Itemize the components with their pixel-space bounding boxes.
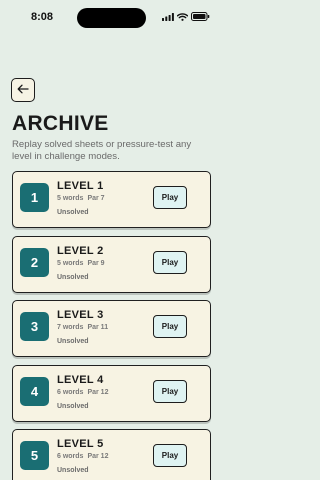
level-par: Par 12	[87, 388, 109, 396]
back-button[interactable]	[11, 78, 35, 102]
level-word-count: 6 words	[57, 388, 84, 396]
level-number-badge: 3	[20, 312, 49, 341]
level-status: Unsolved	[57, 338, 89, 345]
level-meta: 6 words Par 12	[57, 389, 108, 396]
level-word-count: 5 words	[57, 195, 84, 202]
play-button[interactable]: Play	[153, 250, 187, 274]
level-meta: 6 words Par 12	[57, 453, 108, 460]
level-name: LEVEL 1	[57, 180, 104, 192]
level-card: 5 LEVEL 5 6 words Par 12 Unsolved Play	[12, 429, 211, 480]
signal-icon	[162, 12, 174, 21]
page-subtitle: Replay solved sheets or pressure-test an…	[12, 139, 192, 162]
play-button[interactable]: Play	[153, 444, 187, 467]
level-number-badge: 4	[20, 376, 49, 406]
level-name: LEVEL 4	[57, 373, 104, 386]
status-bar: 8:08	[0, 0, 222, 36]
level-status: Unsolved	[57, 467, 89, 474]
level-number-badge: 5	[20, 441, 49, 470]
level-status: Unsolved	[57, 402, 89, 410]
play-button[interactable]: Play	[153, 186, 187, 209]
level-name: LEVEL 3	[57, 309, 104, 321]
status-time: 8:08	[31, 11, 54, 23]
level-word-count: 7 words	[57, 324, 84, 331]
level-number-badge: 1	[20, 183, 49, 212]
level-meta: 5 words Par 9	[57, 260, 105, 267]
level-meta: 5 words Par 7	[57, 195, 105, 202]
play-button[interactable]: Play	[153, 315, 187, 338]
level-card: 1 LEVEL 1 5 words Par 7 Unsolved Play	[12, 171, 211, 228]
wifi-icon	[177, 12, 188, 21]
level-par: Par 11	[87, 324, 109, 331]
level-name: LEVEL 2	[57, 244, 104, 257]
level-list: 1 LEVEL 1 5 words Par 7 Unsolved Play 2 …	[12, 171, 211, 480]
play-button[interactable]: Play	[153, 379, 187, 403]
level-status: Unsolved	[57, 273, 89, 281]
battery-icon	[191, 12, 210, 21]
arrow-left-icon	[17, 81, 29, 99]
level-word-count: 5 words	[57, 259, 84, 267]
level-meta: 7 words Par 11	[57, 324, 108, 331]
level-card: 3 LEVEL 3 7 words Par 11 Unsolved Play	[12, 300, 211, 357]
dynamic-island	[77, 8, 146, 28]
level-word-count: 6 words	[57, 453, 84, 460]
level-number-badge: 2	[20, 247, 49, 277]
status-icons	[162, 12, 210, 21]
level-name: LEVEL 5	[57, 438, 104, 450]
level-par: Par 9	[87, 259, 105, 267]
archive-screen: 8:08 ARCHIVE Replay solved sheets or pre…	[0, 0, 222, 480]
level-card: 4 LEVEL 4 6 words Par 12 Unsolved Play	[12, 364, 211, 422]
level-card: 2 LEVEL 2 5 words Par 9 Unsolved Play	[12, 235, 211, 293]
level-par: Par 12	[87, 453, 109, 460]
level-par: Par 7	[87, 195, 105, 202]
page-title: ARCHIVE	[12, 112, 109, 135]
level-status: Unsolved	[57, 209, 89, 216]
